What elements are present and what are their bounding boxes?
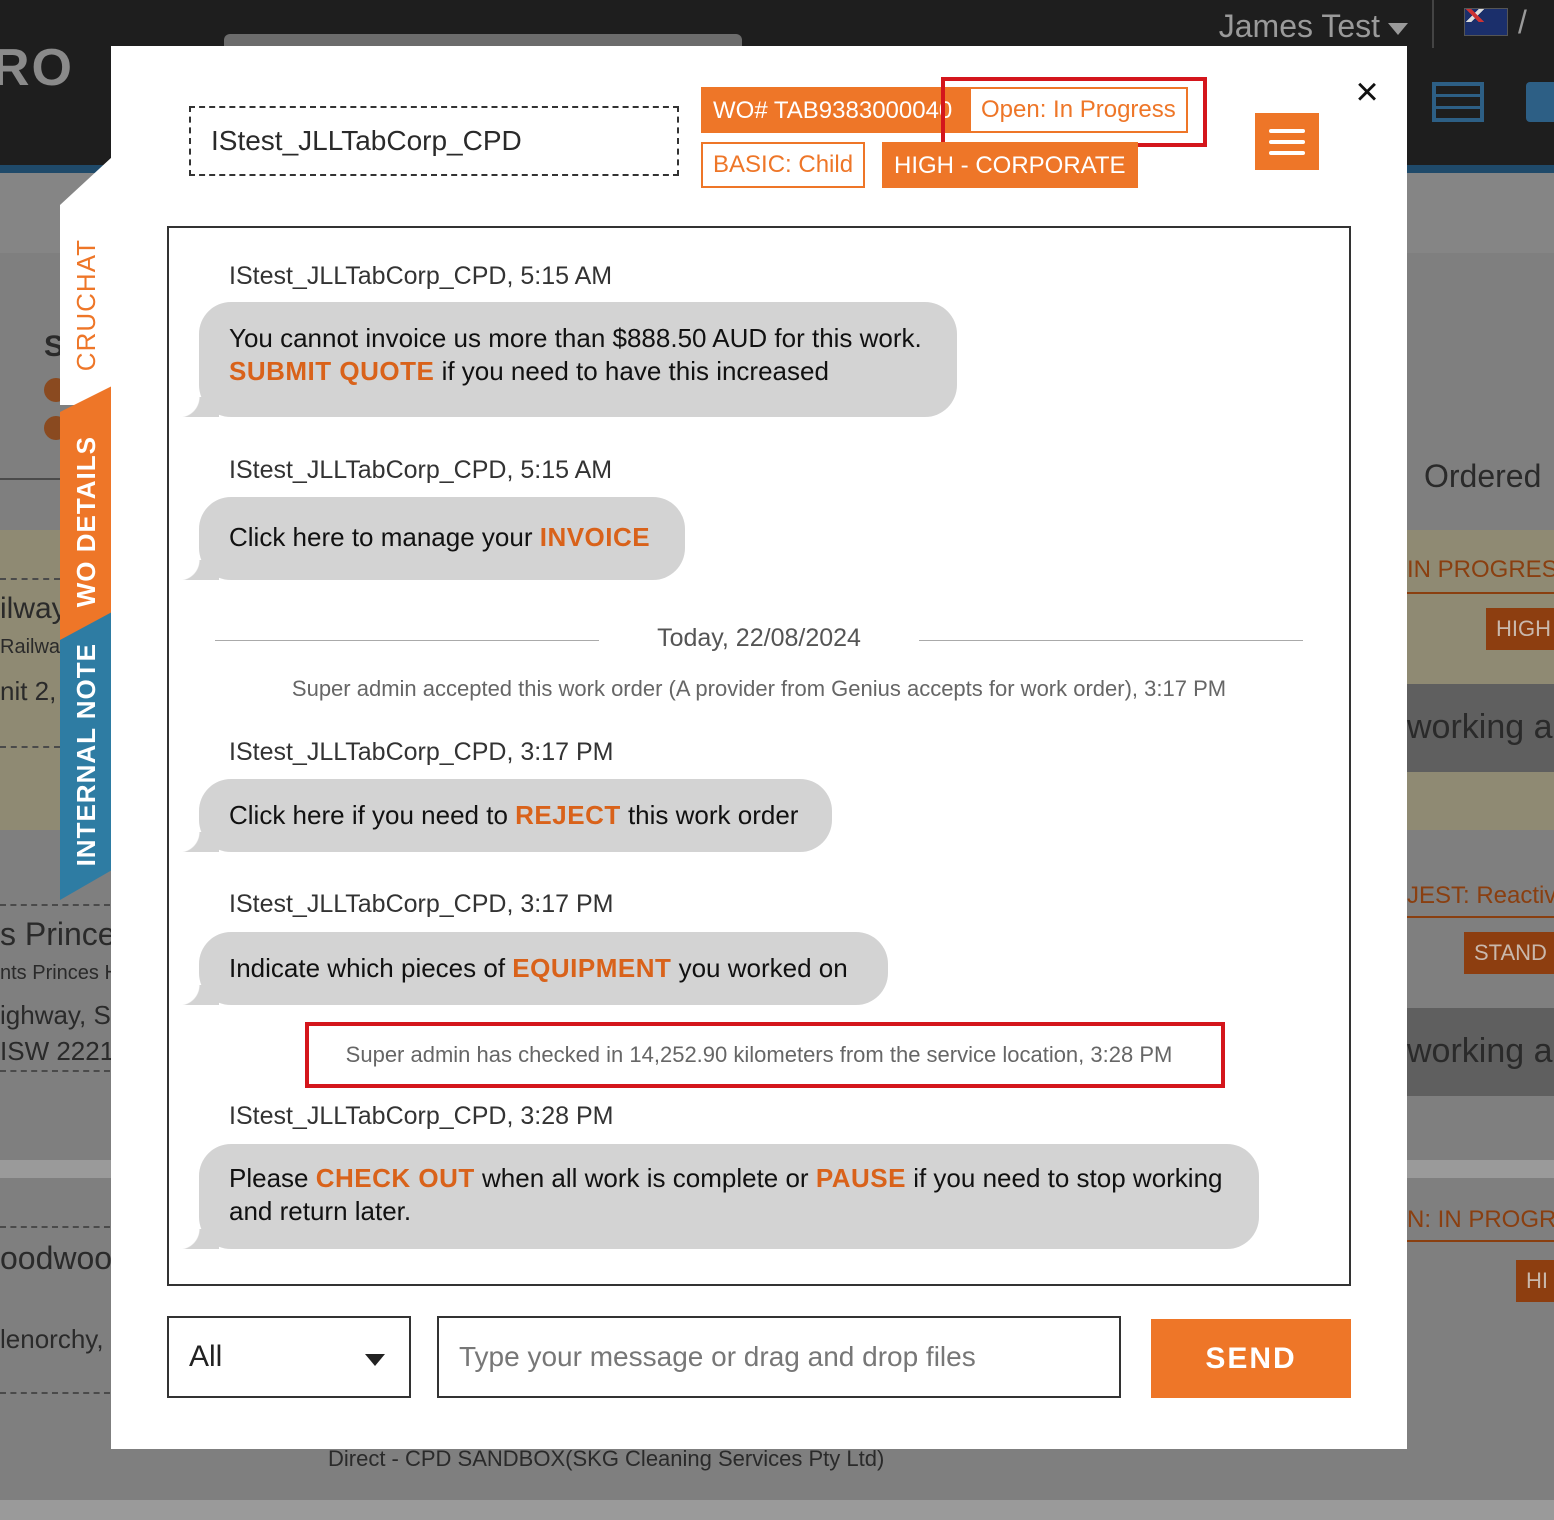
menu-line xyxy=(1269,151,1305,155)
divider xyxy=(1432,0,1434,48)
equipment-link[interactable]: EQUIPMENT xyxy=(512,953,671,983)
date-separator: Today, 22/08/2024 xyxy=(215,620,1303,660)
invoice-link[interactable]: INVOICE xyxy=(540,522,650,552)
cruchat-modal: IStest_JLLTabCorp_CPD WO# TAB9383000040 … xyxy=(111,46,1407,1449)
tab-cruchat[interactable]: CRUCHAT xyxy=(60,157,112,405)
chat-bubble: Click here to manage your INVOICE xyxy=(179,497,685,580)
bg-note-text: working ar xyxy=(1407,1032,1554,1070)
bg-divider xyxy=(0,578,60,580)
chat-bubble: Click here if you need to REJECT this wo… xyxy=(179,779,832,852)
message-text: Please CHECK OUT when all work is comple… xyxy=(229,1162,1229,1195)
message-sender: IStest_JLLTabCorp_CPD, 3:17 PM xyxy=(229,738,614,766)
download-icon[interactable] xyxy=(1526,82,1554,122)
app-logo: RO xyxy=(0,39,74,97)
bg-site-address: lenorchy, xyxy=(0,1324,104,1354)
message-text: Please xyxy=(229,1163,316,1193)
chat-bubble: Indicate which pieces of EQUIPMENT you w… xyxy=(179,932,888,1005)
status-highlight-box xyxy=(941,77,1207,147)
bg-provider-name: Direct - CPD SANDBOX(SKG Cleaning Servic… xyxy=(328,1446,885,1471)
check-in-highlight-box xyxy=(305,1022,1225,1088)
bg-footer-strip xyxy=(0,1500,1554,1520)
message-text: when all work is complete or xyxy=(474,1163,816,1193)
bg-divider xyxy=(1407,916,1554,918)
bg-status-label: IN PROGRESS xyxy=(1407,556,1554,583)
divider xyxy=(919,640,1303,641)
locale-separator: / xyxy=(1518,4,1527,40)
message-input[interactable] xyxy=(437,1316,1121,1398)
tab-wo-details-label: WO DETAILS xyxy=(70,436,101,608)
hamburger-menu-button[interactable] xyxy=(1255,113,1319,170)
bg-divider xyxy=(0,1392,110,1394)
bg-divider xyxy=(0,1070,110,1072)
bg-divider xyxy=(1407,1240,1554,1242)
message-sender: IStest_JLLTabCorp_CPD, 5:15 AM xyxy=(229,262,613,290)
user-name: James Test xyxy=(1218,8,1380,44)
bg-divider xyxy=(1407,592,1554,594)
work-order-number-badge: WO# TAB9383000040 xyxy=(701,87,971,133)
priority-badge: HIGH - CORPORATE xyxy=(882,142,1138,188)
bg-status-label: N: IN PROGRE xyxy=(1407,1206,1554,1233)
bg-divider xyxy=(0,478,60,480)
submit-quote-link[interactable]: SUBMIT QUOTE xyxy=(229,356,434,386)
bg-divider xyxy=(0,904,110,906)
close-icon[interactable]: × xyxy=(1347,72,1387,112)
bg-site-address: ISW 2221 xyxy=(0,1036,115,1066)
message-text: SUBMIT QUOTE if you need to have this in… xyxy=(229,355,927,388)
message-text: and return later. xyxy=(229,1196,412,1226)
filter-value: All xyxy=(189,1340,223,1373)
tab-cruchat-label: CRUCHAT xyxy=(70,238,101,372)
system-event: Super admin accepted this work order (A … xyxy=(291,676,1227,701)
message-sender: IStest_JLLTabCorp_CPD, 3:28 PM xyxy=(229,1102,614,1130)
bg-divider xyxy=(0,746,60,748)
work-order-name: IStest_JLLTabCorp_CPD xyxy=(189,106,679,176)
bg-priority-badge: HI xyxy=(1516,1260,1554,1302)
chat-bubble: You cannot invoice us more than $888.50 … xyxy=(179,302,957,417)
chat-bubble: Please CHECK OUT when all work is comple… xyxy=(179,1144,1259,1249)
chat-transcript[interactable]: IStest_JLLTabCorp_CPD, 5:15 AM You canno… xyxy=(167,226,1351,1286)
message-sender: IStest_JLLTabCorp_CPD, 5:15 AM xyxy=(229,456,613,484)
recipient-filter-select[interactable]: All xyxy=(167,1316,411,1398)
bg-ordered-header: Ordered xyxy=(1424,458,1542,494)
message-sender: IStest_JLLTabCorp_CPD, 3:17 PM xyxy=(229,890,614,918)
menu-line xyxy=(1269,129,1305,133)
australia-flag-icon[interactable] xyxy=(1464,8,1508,36)
message-text: if you need to stop working xyxy=(905,1163,1223,1193)
bg-site-name: ilway xyxy=(0,592,67,625)
chevron-down-icon xyxy=(365,1354,385,1366)
chevron-down-icon xyxy=(1388,22,1408,35)
tab-internal-note[interactable]: INTERNAL NOTE xyxy=(60,612,112,900)
message-text: if you need to have this increased xyxy=(434,356,829,386)
bg-site-sub: nts Princes H xyxy=(0,962,119,984)
send-button[interactable]: SEND xyxy=(1151,1319,1351,1398)
message-text: Click here to manage your xyxy=(229,522,540,552)
tab-internal-note-label: INTERNAL NOTE xyxy=(70,643,101,867)
type-badge: BASIC: Child xyxy=(701,142,866,188)
menu-line xyxy=(1269,140,1305,144)
message-text: Indicate which pieces of xyxy=(229,953,513,983)
bg-priority-badge: HIGH xyxy=(1486,608,1554,650)
bg-type-label: JEST: Reactive xyxy=(1407,882,1554,909)
user-menu[interactable]: James Test xyxy=(1219,8,1408,45)
message-text: you worked on xyxy=(671,953,848,983)
pause-link[interactable]: PAUSE xyxy=(816,1163,906,1193)
check-out-link[interactable]: CHECK OUT xyxy=(316,1163,475,1193)
bg-divider xyxy=(0,1226,110,1228)
message-text: You cannot invoice us more than $888.50 … xyxy=(229,323,922,353)
bg-site-address: ighway, Sh xyxy=(0,1000,126,1030)
bg-site-address: nit 2, xyxy=(0,676,57,706)
reject-link[interactable]: REJECT xyxy=(515,800,621,830)
message-text: Click here if you need to xyxy=(229,800,516,830)
bg-site-name: s Prince xyxy=(0,916,116,952)
tab-wo-details[interactable]: WO DETAILS xyxy=(60,386,112,658)
bg-priority-badge: STAND xyxy=(1464,932,1554,974)
message-text: this work order xyxy=(620,800,799,830)
date-label: Today, 22/08/2024 xyxy=(657,624,861,652)
grid-view-icon[interactable] xyxy=(1432,82,1484,122)
bg-note-text: working ar xyxy=(1407,708,1554,746)
